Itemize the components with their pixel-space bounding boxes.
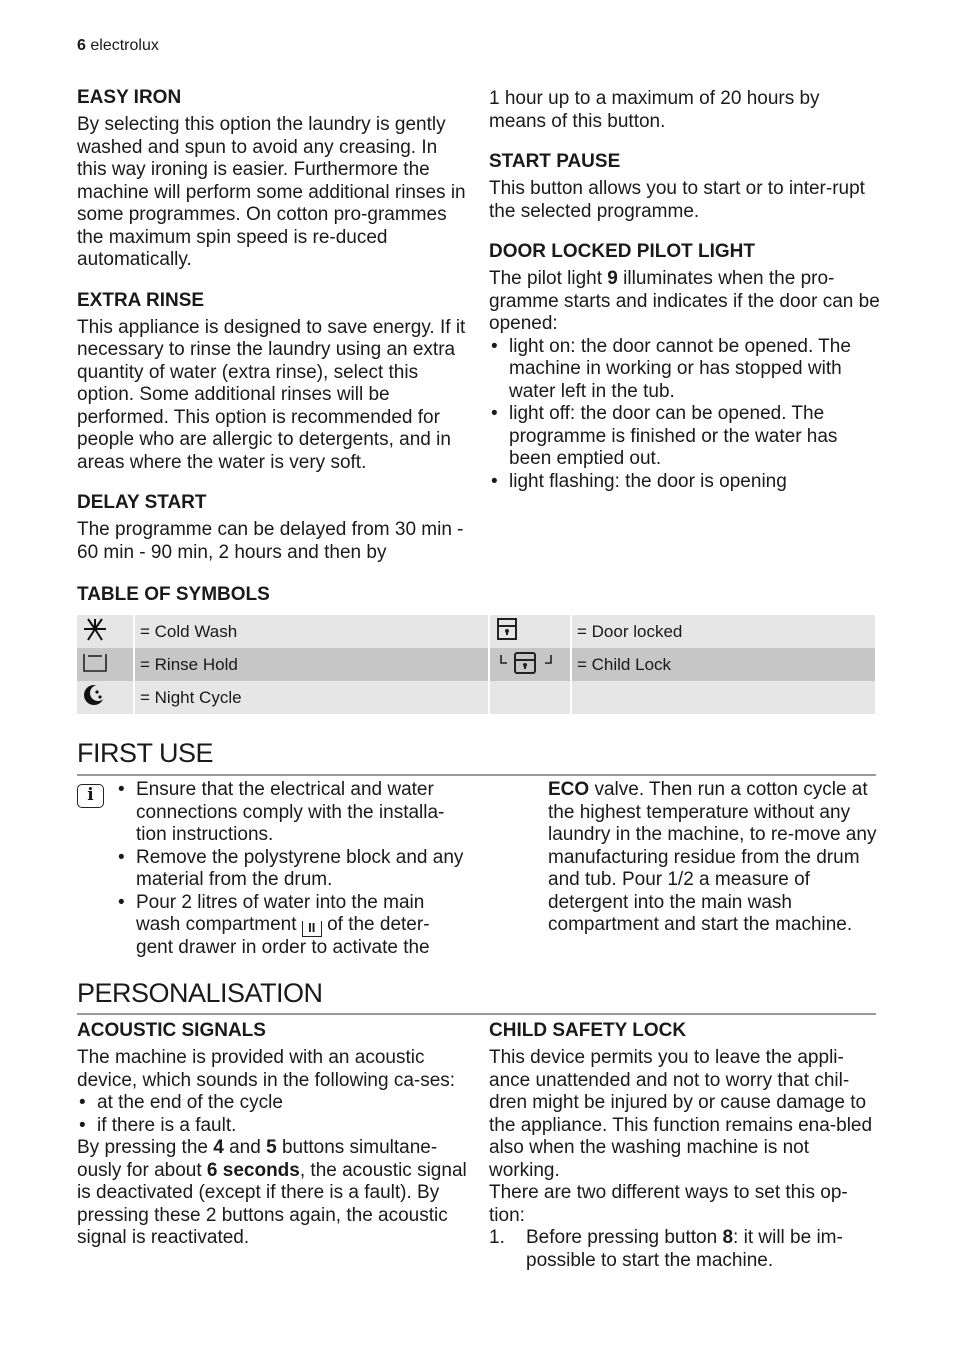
door-locked-bullets: light on: the door cannot be opened. The…	[489, 336, 881, 494]
list-item: 1. Before pressing button 8: it will be i…	[489, 1227, 881, 1272]
start-pause-section: START PAUSE This button allows you to st…	[489, 151, 881, 223]
rinse-hold-icon	[83, 654, 107, 672]
list-item: Ensure that the electrical and water con…	[116, 779, 466, 847]
symbol-cell	[490, 615, 572, 648]
door-locked-intro: The pilot light 9 illuminates when the p…	[489, 268, 881, 336]
easy-iron-text: By selecting this option the laundry is …	[77, 114, 466, 270]
cold-wash-icon	[84, 618, 106, 641]
night-cycle-icon	[84, 685, 106, 705]
child-safety-lock-title: CHILD SAFETY LOCK	[489, 1020, 687, 1041]
list-item: Remove the polystyrene block and any mat…	[116, 847, 466, 892]
symbols-table: = Cold Wash = Door locked = Rinse Hold =…	[77, 615, 875, 714]
first-use-title: FIRST USE	[77, 738, 214, 768]
button-number: 4	[213, 1137, 224, 1158]
step-number: 1.	[489, 1227, 505, 1248]
button-number: 5	[266, 1137, 277, 1158]
extra-rinse-title: EXTRA RINSE	[77, 289, 205, 311]
main-wash-compartment-icon: II	[301, 921, 322, 937]
first-use-left: Ensure that the electrical and water con…	[116, 779, 466, 960]
delay-start-text: The programme can be delayed from 30 min…	[77, 519, 464, 563]
symbol-label: = Child Lock	[572, 648, 875, 681]
symbol-label: = Cold Wash	[135, 615, 490, 648]
start-pause-title: START PAUSE	[489, 151, 621, 172]
page-header: 6 electrolux	[77, 37, 159, 55]
door-locked-icon	[497, 618, 517, 640]
intro-text: The pilot light	[489, 268, 608, 289]
child-lock-ways: There are two different ways to set this…	[489, 1182, 848, 1226]
delay-start-title: DELAY START	[77, 492, 207, 513]
symbol-cell	[77, 648, 135, 681]
child-lock-steps: 1. Before pressing button 8: it will be i…	[489, 1227, 881, 1272]
acoustic-intro: The machine is provided with an acoustic…	[77, 1047, 456, 1091]
door-locked-title: DOOR LOCKED PILOT LIGHT	[489, 241, 755, 262]
list-item: light on: the door cannot be opened. The…	[489, 336, 881, 404]
button-number: 8	[722, 1227, 734, 1248]
brand-name: electrolux	[90, 37, 159, 54]
acoustic-bullets: at the end of the cycle if there is a fa…	[77, 1092, 469, 1137]
delay-start-section: DELAY START The programme can be delayed…	[77, 492, 469, 564]
delay-start-continued: 1 hour up to a maximum of 20 hours by me…	[489, 88, 881, 133]
first-use-continued-text: valve. Then run a cotton cycle at the hi…	[548, 779, 877, 935]
text: By pressing the	[77, 1137, 214, 1158]
eco-label: ECO	[548, 779, 590, 800]
child-lock-icon	[500, 652, 552, 674]
table-row: = Cold Wash = Door locked	[77, 615, 875, 648]
first-use-right: ECO valve. Then run a cotton cycle at th…	[548, 779, 878, 937]
pilot-light-number: 9	[607, 268, 618, 289]
acoustic-signals-section: ACOUSTIC SIGNALS The machine is provided…	[77, 1020, 469, 1250]
child-lock-intro: This device permits you to leave the app…	[489, 1047, 873, 1181]
personalisation-title: PERSONALISATION	[77, 978, 323, 1008]
symbol-label-empty	[572, 681, 875, 714]
child-safety-lock-section: CHILD SAFETY LOCK This device permits yo…	[489, 1020, 881, 1272]
duration: 6 seconds	[206, 1159, 300, 1181]
first-use-continued: ECO valve. Then run a cotton cycle at th…	[548, 779, 878, 937]
info-icon: i	[77, 784, 104, 808]
delay-continued-text: 1 hour up to a maximum of 20 hours by me…	[489, 88, 820, 132]
list-item: Pour 2 litres of water into the main was…	[116, 892, 466, 960]
symbol-cell-empty	[490, 681, 572, 714]
door-locked-section: DOOR LOCKED PILOT LIGHT The pilot light …	[489, 241, 881, 493]
symbol-cell	[77, 615, 135, 648]
symbol-label: = Door locked	[572, 615, 875, 648]
symbols-table-title: TABLE OF SYMBOLS	[77, 584, 270, 605]
page-number: 6	[77, 37, 86, 54]
text: and	[223, 1137, 267, 1158]
list-item: at the end of the cycle	[77, 1092, 469, 1115]
extra-rinse-section: EXTRA RINSE This appliance is designed t…	[77, 290, 469, 475]
table-row: = Night Cycle	[77, 681, 875, 714]
section-divider	[77, 1013, 876, 1015]
symbol-label: = Rinse Hold	[135, 648, 490, 681]
list-item: light off: the door can be opened. The p…	[489, 403, 881, 471]
acoustic-deactivate-text: By pressing the 4 and 5 buttons simultan…	[77, 1137, 469, 1250]
list-item: light flashing: the door is opening	[489, 471, 881, 494]
first-use-bullets: Ensure that the electrical and water con…	[116, 779, 466, 960]
symbol-cell	[77, 681, 135, 714]
text: Before pressing button	[526, 1227, 723, 1248]
left-top-column: EASY IRON By selecting this option the l…	[77, 87, 469, 582]
extra-rinse-text: This appliance is designed to save energ…	[77, 316, 466, 473]
symbol-cell	[490, 648, 572, 681]
start-pause-text: This button allows you to start or to in…	[489, 178, 865, 222]
easy-iron-title: EASY IRON	[77, 87, 182, 108]
list-item: if there is a fault.	[77, 1115, 469, 1138]
acoustic-signals-title: ACOUSTIC SIGNALS	[77, 1020, 266, 1041]
right-top-column: 1 hour up to a maximum of 20 hours by me…	[489, 88, 881, 511]
table-row: = Rinse Hold = Child Lock	[77, 648, 875, 681]
easy-iron-section: EASY IRON By selecting this option the l…	[77, 87, 469, 272]
section-divider	[77, 774, 876, 776]
symbol-label: = Night Cycle	[135, 681, 490, 714]
